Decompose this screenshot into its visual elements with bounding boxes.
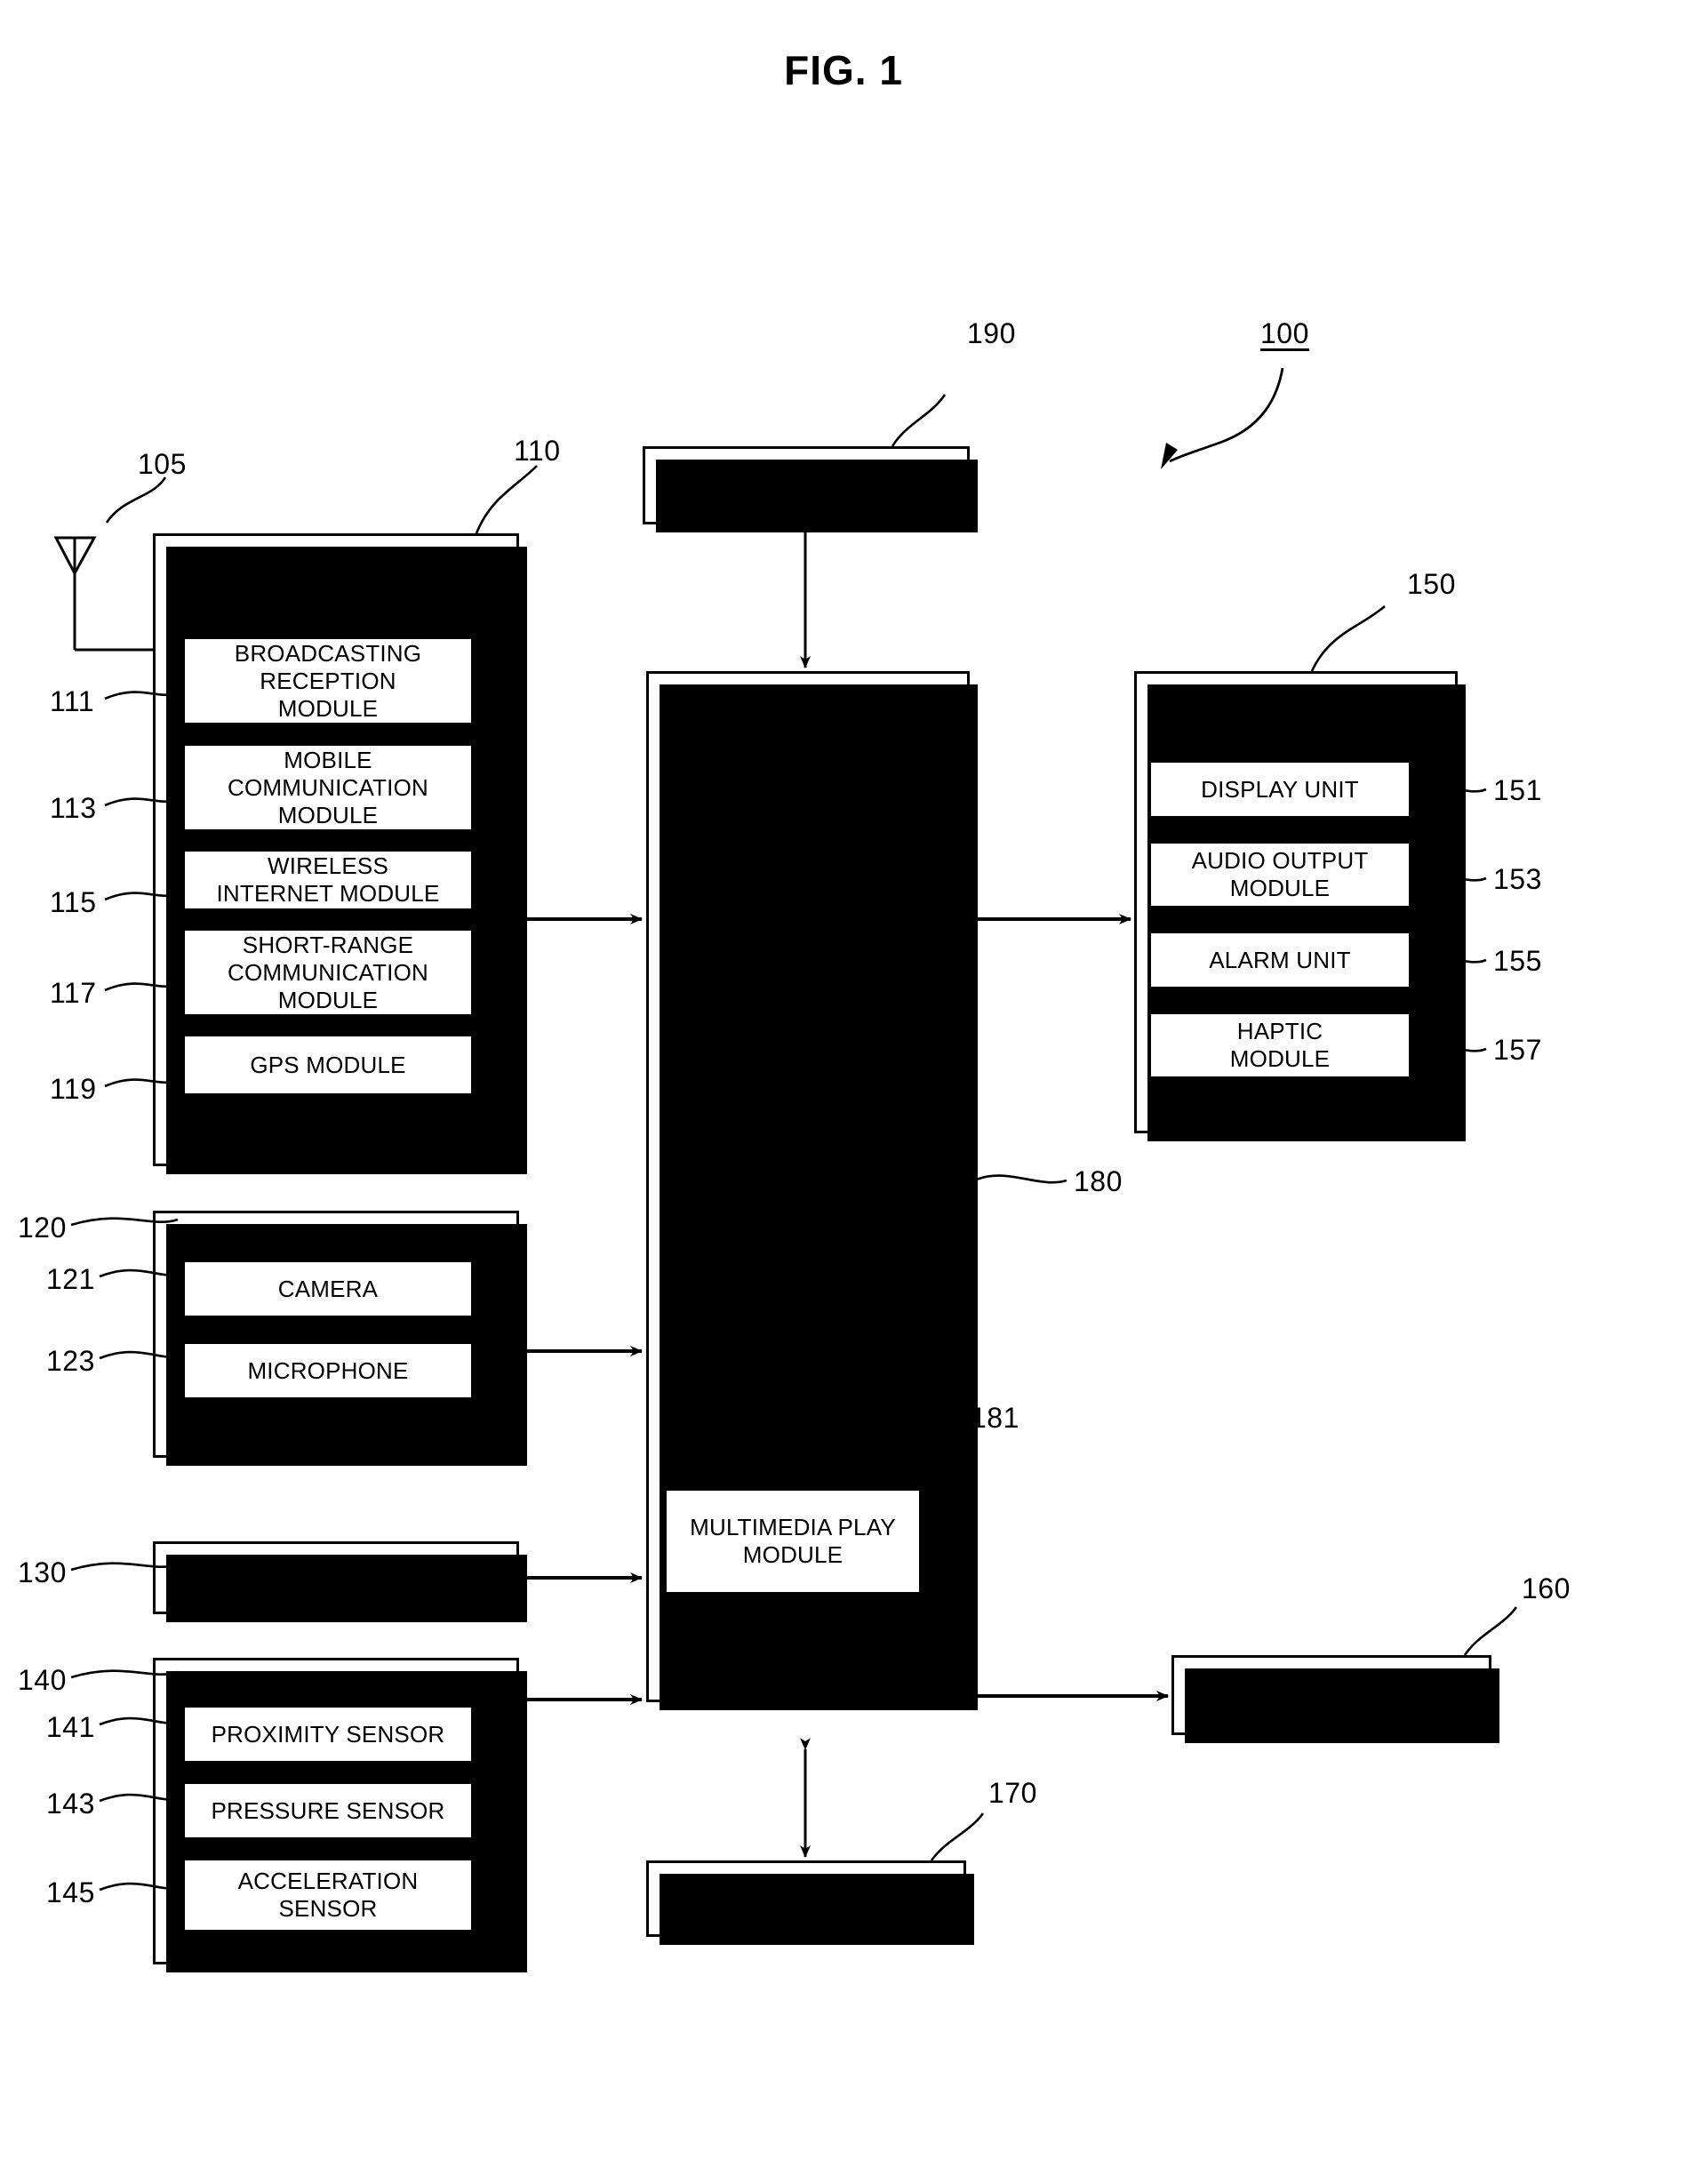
gps-module[interactable]: GPS MODULE — [182, 1034, 474, 1096]
wireless-unit-title-line1: WIRELESS — [276, 548, 396, 575]
acceleration-sensor-module[interactable]: ACCELERATION SENSOR — [182, 1858, 474, 1932]
ref-141: 141 — [46, 1711, 95, 1743]
mobile-communication-module-line3: MODULE — [277, 801, 379, 828]
wireless-internet-module-line2: INTERNET MODULE — [216, 880, 440, 907]
ref-180: 180 — [1074, 1165, 1123, 1197]
ref-170: 170 — [988, 1777, 1037, 1809]
multimedia-play-module-line1: MULTIMEDIA PLAY — [690, 1514, 896, 1540]
short-range-communication-module[interactable]: SHORT-RANGE COMMUNICATION MODULE — [182, 928, 474, 1017]
memory-box[interactable]: MEMORY — [1171, 1655, 1499, 1743]
ref-100: 100 — [1260, 317, 1309, 349]
camera-module[interactable]: CAMERA — [182, 1260, 474, 1318]
ref-145: 145 — [46, 1876, 95, 1908]
haptic-module-line2: MODULE — [1229, 1045, 1331, 1072]
power-supply-unit-title: POWER SUPPLY UNIT — [684, 471, 928, 499]
audio-output-module-line1: AUDIO OUTPUT — [1191, 847, 1369, 874]
ref-140: 140 — [18, 1664, 67, 1696]
ref-143: 143 — [46, 1788, 95, 1820]
acceleration-sensor-label-line1: ACCELERATION — [237, 1868, 419, 1894]
ref-117: 117 — [50, 977, 97, 1009]
page-title: FIG. 1 — [784, 47, 903, 93]
controller-title: CONTROLLER — [728, 940, 888, 967]
interface-unit-box[interactable]: INTERFACE UNIT — [646, 1860, 974, 1945]
ref-160: 160 — [1522, 1572, 1571, 1604]
ref-121: 121 — [46, 1263, 95, 1295]
ref-151: 151 — [1493, 774, 1542, 806]
interface-unit-title: INTERFACE UNIT — [711, 1884, 901, 1912]
alarm-unit-module[interactable]: ALARM UNIT — [1148, 931, 1411, 989]
power-supply-unit-box[interactable]: POWER SUPPLY UNIT — [643, 446, 978, 532]
ref-119: 119 — [50, 1073, 97, 1105]
audio-output-module[interactable]: AUDIO OUTPUT MODULE — [1148, 841, 1411, 908]
ref-105: 105 — [138, 448, 187, 480]
ref-110: 110 — [514, 435, 561, 467]
user-input-unit-box[interactable]: USER INPUT UNIT — [153, 1541, 527, 1622]
sensing-unit-title: SENSING UNIT — [252, 1671, 420, 1698]
pressure-sensor-label: PRESSURE SENSOR — [211, 1796, 445, 1824]
short-range-communication-module-line1: SHORT-RANGE — [242, 931, 414, 958]
av-input-unit-title: A/V INPUT UNIT — [248, 1226, 424, 1252]
broadcasting-reception-module[interactable]: BROADCASTING RECEPTION MODULE — [182, 636, 474, 725]
microphone-module[interactable]: MICROPHONE — [182, 1341, 474, 1400]
ref-150: 150 — [1407, 568, 1456, 600]
mobile-communication-module[interactable]: MOBILE COMMUNICATION MODULE — [182, 743, 474, 832]
haptic-module-line1: HAPTIC — [1236, 1018, 1323, 1044]
haptic-module[interactable]: HAPTIC MODULE — [1148, 1012, 1411, 1079]
alarm-unit-label: ALARM UNIT — [1209, 946, 1351, 973]
wireless-unit-title-line3: UNIT — [308, 604, 364, 630]
proximity-sensor-module[interactable]: PROXIMITY SENSOR — [182, 1705, 474, 1764]
broadcasting-reception-module-line1: BROADCASTING — [234, 639, 422, 667]
wireless-internet-module-line1: WIRELESS — [268, 852, 388, 879]
ref-157: 157 — [1493, 1034, 1542, 1066]
proximity-sensor-label: PROXIMITY SENSOR — [211, 1720, 445, 1748]
ref-120: 120 — [18, 1212, 67, 1244]
av-input-unit-box[interactable]: A/V INPUT UNIT — [153, 1211, 527, 1466]
wireless-internet-module[interactable]: WIRELESS INTERNET MODULE — [182, 849, 474, 911]
ref-155: 155 — [1493, 945, 1542, 977]
microphone-label: MICROPHONE — [247, 1356, 409, 1384]
user-input-unit-title: USER INPUT UNIT — [236, 1564, 436, 1591]
mobile-communication-module-line1: MOBILE — [284, 746, 372, 773]
audio-output-module-line2: MODULE — [1229, 875, 1331, 901]
camera-label: CAMERA — [277, 1275, 379, 1302]
multimedia-play-module[interactable]: MULTIMEDIA PLAY MODULE — [664, 1488, 922, 1595]
ref-130: 130 — [18, 1556, 67, 1588]
device-ref-arrow — [1161, 367, 1284, 469]
ref-111: 111 — [50, 685, 95, 717]
wireless-unit-title-line2: COMMUNICATION — [236, 576, 436, 603]
short-range-communication-module-line2: COMMUNICATION — [228, 958, 428, 986]
display-unit-label: DISPLAY UNIT — [1201, 775, 1359, 803]
ref-123: 123 — [46, 1345, 95, 1377]
ref-190: 190 — [967, 317, 1016, 349]
ref-113: 113 — [50, 792, 97, 824]
pressure-sensor-module[interactable]: PRESSURE SENSOR — [182, 1781, 474, 1840]
acceleration-sensor-label-line2: SENSOR — [278, 1895, 378, 1922]
antenna-symbol — [53, 536, 156, 652]
output-unit-title: OUTPUT UNIT — [1217, 697, 1375, 724]
memory-title: MEMORY — [1279, 1681, 1384, 1708]
mobile-communication-module-line2: COMMUNICATION — [228, 773, 428, 801]
ref-181: 181 — [971, 1402, 1019, 1434]
broadcasting-reception-module-line2: RECEPTION — [260, 667, 396, 694]
broadcasting-reception-module-line3: MODULE — [277, 694, 379, 722]
ref-153: 153 — [1493, 863, 1542, 895]
display-unit-module[interactable]: DISPLAY UNIT — [1148, 760, 1411, 819]
multimedia-play-module-line2: MODULE — [742, 1541, 844, 1568]
short-range-communication-module-line3: MODULE — [277, 986, 379, 1013]
ref-115: 115 — [50, 886, 97, 918]
gps-module-label: GPS MODULE — [250, 1051, 406, 1078]
